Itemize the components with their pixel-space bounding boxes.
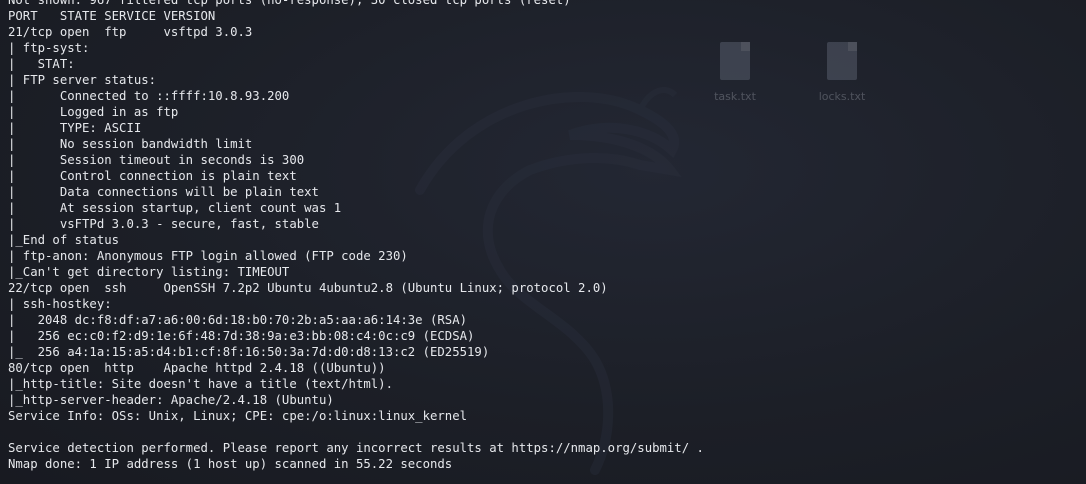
terminal-line: | ssh-hostkey: <box>8 297 112 311</box>
terminal-line: | No session bandwidth limit <box>8 137 253 151</box>
text-file-icon <box>827 42 857 80</box>
terminal-line: | TYPE: ASCII <box>8 121 142 135</box>
terminal-line: |_End of status <box>8 233 120 247</box>
terminal-line: | ftp-syst: <box>8 41 90 55</box>
terminal-line: | 256 ec:c0:f2:d9:1e:6f:48:7d:38:9a:e3:b… <box>8 329 475 343</box>
terminal-line: | ftp-anon: Anonymous FTP login allowed … <box>8 249 408 263</box>
terminal-line: PORT STATE SERVICE VERSION <box>8 9 216 23</box>
terminal-line: Service Info: OSs: Unix, Linux; CPE: cpe… <box>8 409 468 423</box>
terminal-output: Not shown: 967 filtered tcp ports (no-re… <box>8 0 704 472</box>
terminal-line: | FTP server status: <box>8 73 157 87</box>
terminal-line: 80/tcp open http Apache httpd 2.4.18 ((U… <box>8 361 386 375</box>
terminal-line: | Session timeout in seconds is 300 <box>8 153 305 167</box>
terminal-line: 21/tcp open ftp vsftpd 3.0.3 <box>8 25 253 39</box>
terminal-line: | Logged in as ftp <box>8 105 179 119</box>
terminal-line: |_ 256 a4:1a:15:a5:d4:b1:cf:8f:16:50:3a:… <box>8 345 490 359</box>
desktop-file-locks[interactable]: locks.txt <box>807 42 877 103</box>
terminal-line: | 2048 dc:f8:df:a7:a6:00:6d:18:b0:70:2b:… <box>8 313 468 327</box>
terminal-line: 22/tcp open ssh OpenSSH 7.2p2 Ubuntu 4ub… <box>8 281 608 295</box>
terminal-line: Not shown: 967 filtered tcp ports (no-re… <box>8 0 571 7</box>
terminal-line: |_http-server-header: Apache/2.4.18 (Ubu… <box>8 393 334 407</box>
terminal-line: | Connected to ::ffff:10.8.93.200 <box>8 89 290 103</box>
desktop-file-label: locks.txt <box>818 90 866 103</box>
terminal-line: Nmap done: 1 IP address (1 host up) scan… <box>8 457 453 471</box>
terminal-line: |_http-title: Site doesn't have a title … <box>8 377 393 391</box>
desktop-file-label: task.txt <box>714 90 756 103</box>
terminal-line: | vsFTPd 3.0.3 - secure, fast, stable <box>8 217 319 231</box>
terminal-window[interactable]: task.txt locks.txt Not shown: 967 filter… <box>0 0 1086 484</box>
terminal-line: | At session startup, client count was 1 <box>8 201 342 215</box>
terminal-line: Service detection performed. Please repo… <box>8 441 704 455</box>
terminal-line: | STAT: <box>8 57 75 71</box>
terminal-line: | Data connections will be plain text <box>8 185 319 199</box>
desktop-file-task[interactable]: task.txt <box>700 42 770 103</box>
text-file-icon <box>720 42 750 80</box>
terminal-line: |_Can't get directory listing: TIMEOUT <box>8 265 290 279</box>
terminal-line: | Control connection is plain text <box>8 169 297 183</box>
